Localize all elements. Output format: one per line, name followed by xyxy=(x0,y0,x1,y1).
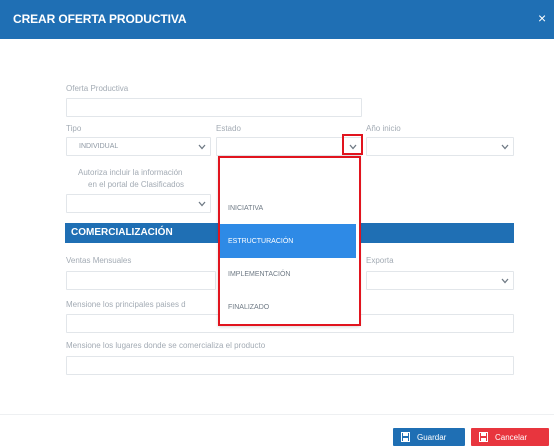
oferta-productiva-input[interactable] xyxy=(66,98,362,117)
footer-divider xyxy=(0,414,554,415)
section-title: COMERCIALIZACIÓN xyxy=(71,227,173,238)
tipo-label: Tipo xyxy=(66,124,82,133)
autoriza-select[interactable] xyxy=(66,194,211,213)
chevron-down-icon xyxy=(198,144,206,150)
cancel-button[interactable]: Cancelar xyxy=(471,428,549,446)
save-button[interactable]: Guardar xyxy=(393,428,465,446)
oferta-productiva-label: Oferta Productiva xyxy=(66,84,129,93)
save-button-label: Guardar xyxy=(417,433,447,442)
estado-label: Estado xyxy=(216,124,241,133)
floppy-disk-icon xyxy=(401,432,410,442)
lugares-input[interactable] xyxy=(66,356,514,375)
anio-inicio-label: Año inicio xyxy=(366,124,401,133)
ventas-mensuales-input[interactable] xyxy=(66,271,216,290)
chevron-down-icon xyxy=(198,201,206,207)
dialog-header: CREAR OFERTA PRODUCTIVA × xyxy=(0,0,554,39)
anio-inicio-select[interactable] xyxy=(366,137,514,156)
estado-select[interactable] xyxy=(216,137,362,156)
tipo-select[interactable]: INDIVIDUAL xyxy=(66,137,211,156)
tipo-select-value: INDIVIDUAL xyxy=(79,143,119,150)
close-icon[interactable]: × xyxy=(538,10,546,26)
floppy-disk-icon xyxy=(479,432,488,442)
ventas-mensuales-label: Ventas Mensuales xyxy=(66,256,132,265)
dialog-title: CREAR OFERTA PRODUCTIVA xyxy=(13,12,187,26)
chevron-down-icon xyxy=(501,144,509,150)
exporta-label: Exporta xyxy=(366,256,394,265)
autoriza-label-line1: Autoriza incluir la información xyxy=(78,168,183,177)
paises-label: Mensione los principales paises d xyxy=(66,300,186,309)
estado-chevron-highlight xyxy=(342,134,363,155)
dropdown-highlight-box xyxy=(218,156,361,326)
autoriza-label-line2: en el portal de Clasificados xyxy=(88,180,185,189)
exporta-select[interactable] xyxy=(366,271,514,290)
cancel-button-label: Cancelar xyxy=(495,433,528,442)
lugares-label: Mensione los lugares donde se comerciali… xyxy=(66,341,266,350)
chevron-down-icon xyxy=(501,278,509,284)
